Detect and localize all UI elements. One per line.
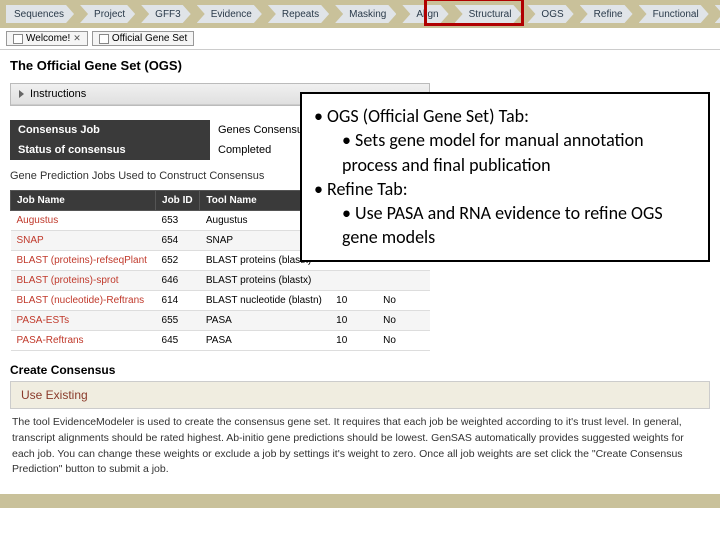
chevron-right-icon (19, 90, 24, 98)
tab-ogs[interactable]: Official Gene Set (92, 31, 194, 46)
job-id: 654 (156, 231, 200, 251)
job-name-link[interactable]: BLAST (proteins)-refseqPlant (17, 255, 147, 266)
job-exclude: No (377, 291, 429, 311)
use-existing-button[interactable]: Use Existing (10, 381, 710, 409)
table-row: BLAST (proteins)-sprot 646BLAST proteins … (11, 271, 430, 291)
tab-label: Welcome! (26, 33, 70, 44)
job-id: 646 (156, 271, 200, 291)
job-id: 653 (156, 211, 200, 231)
job-name-link[interactable]: PASA-Reftrans (17, 335, 84, 346)
job-weight: 10 (330, 311, 377, 331)
create-consensus-heading: Create Consensus (10, 363, 710, 377)
callout-refine-text: Use PASA and RNA evidence to refine OGS … (342, 202, 663, 248)
table-row: BLAST (nucleotide)-Reftrans 614BLAST nucl… (11, 291, 430, 311)
tool-name: BLAST proteins (blastx) (200, 271, 330, 291)
job-name-link[interactable]: PASA-ESTs (17, 315, 70, 326)
callout-refine-label: Refine Tab: (327, 178, 408, 200)
table-row: PASA-ESTs 655PASA10No (11, 311, 430, 331)
col-job-name: Job Name (11, 191, 156, 211)
document-icon (99, 34, 109, 44)
job-weight: 10 (330, 331, 377, 351)
nav-step-refine[interactable]: Refine (580, 5, 633, 23)
nav-step-project[interactable]: Project (80, 5, 135, 23)
nav-step-align[interactable]: Align (402, 5, 448, 23)
tab-welcome[interactable]: Welcome! ✕ (6, 31, 88, 46)
job-id: 655 (156, 311, 200, 331)
callout-ogs-text: Sets gene model for manual annotation pr… (342, 129, 644, 175)
job-name-link[interactable]: Augustus (17, 215, 59, 226)
col-job-id: Job ID (156, 191, 200, 211)
table-row: PASA-Reftrans 645PASA10No (11, 331, 430, 351)
job-name-link[interactable]: BLAST (proteins)-sprot (17, 275, 119, 286)
job-exclude: No (377, 311, 429, 331)
page-title: The Official Gene Set (OGS) (10, 58, 710, 73)
job-id: 645 (156, 331, 200, 351)
close-icon[interactable]: ✕ (73, 33, 81, 44)
callout-ogs-label: OGS (Official Gene Set) Tab: (327, 105, 529, 127)
nav-step-sequences[interactable]: Sequences (6, 5, 74, 23)
tool-name: BLAST nucleotide (blastn) (200, 291, 330, 311)
status-label: Status of consensus (10, 140, 210, 160)
job-exclude: No (377, 331, 429, 351)
job-id: 652 (156, 251, 200, 271)
tool-name: PASA (200, 311, 330, 331)
nav-step-evidence[interactable]: Evidence (197, 5, 262, 23)
nav-step-repeats[interactable]: Repeats (268, 5, 329, 23)
tool-name: PASA (200, 331, 330, 351)
consensus-job-label: Consensus Job (10, 120, 210, 140)
nav-step-ogs[interactable]: OGS (527, 5, 573, 23)
tab-label: Official Gene Set (112, 33, 187, 44)
instructions-label: Instructions (30, 88, 86, 100)
nav-step-functional[interactable]: Functional (639, 5, 709, 23)
nav-step-annotate[interactable]: Annotate (715, 5, 720, 23)
main-content: The Official Gene Set (OGS) Instructions… (0, 50, 720, 486)
nav-step-structural[interactable]: Structural (455, 5, 522, 23)
job-id: 614 (156, 291, 200, 311)
nav-step-masking[interactable]: Masking (335, 5, 396, 23)
description-text: The tool EvidenceModeler is used to crea… (10, 415, 710, 478)
document-icon (13, 34, 23, 44)
job-weight: 10 (330, 291, 377, 311)
nav-step-gff3[interactable]: GFF3 (141, 5, 191, 23)
job-weight (330, 271, 377, 291)
job-name-link[interactable]: BLAST (nucleotide)-Reftrans (17, 295, 145, 306)
job-name-link[interactable]: SNAP (17, 235, 44, 246)
annotation-callout: • OGS (Official Gene Set) Tab: • Sets ge… (300, 92, 710, 262)
workflow-nav: Sequences Project GFF3 Evidence Repeats … (0, 0, 720, 28)
document-tabs: Welcome! ✕ Official Gene Set (0, 28, 720, 50)
footer-bar (0, 494, 720, 508)
job-exclude (377, 271, 429, 291)
